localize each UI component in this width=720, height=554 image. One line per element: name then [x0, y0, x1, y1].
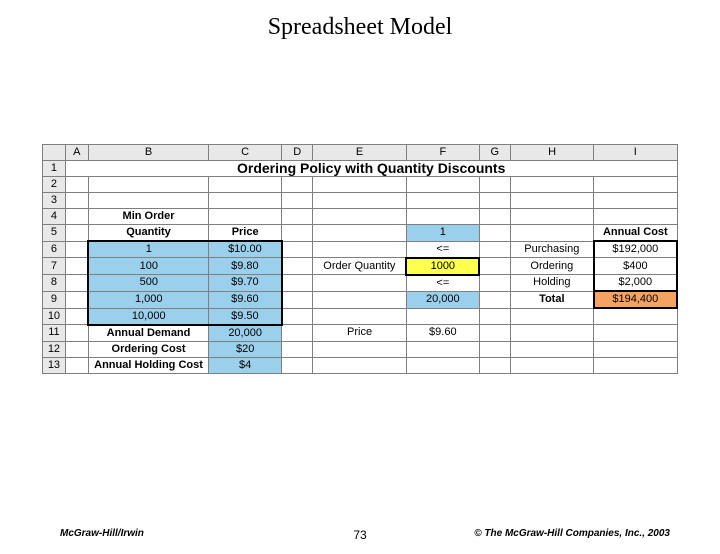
rowhdr-9: 9 — [43, 291, 66, 308]
rowhdr-10: 10 — [43, 308, 66, 325]
footer-copyright: © The McGraw-Hill Companies, Inc., 2003 — [474, 528, 670, 539]
row-9: 9 1,000 $9.60 20,000 Total $194,400 — [43, 291, 678, 308]
cell-B5: Quantity — [88, 225, 208, 242]
cell-I6: $192,000 — [594, 241, 677, 258]
col-I: I — [594, 145, 677, 161]
col-H: H — [510, 145, 593, 161]
row-6: 6 1 $10.00 <= Purchasing $192,000 — [43, 241, 678, 258]
cell-H9: Total — [510, 291, 593, 308]
rowhdr-7: 7 — [43, 258, 66, 275]
row-8: 8 500 $9.70 <= Holding $2,000 — [43, 275, 678, 292]
cell-C6: $10.00 — [209, 241, 282, 258]
col-header-row: A B C D E F G H I — [43, 145, 678, 161]
rowhdr-3: 3 — [43, 193, 66, 209]
cell-E11: Price — [313, 325, 407, 342]
cell-B4: Min Order — [88, 209, 208, 225]
row-3: 3 — [43, 193, 678, 209]
cell-C12: $20 — [209, 341, 282, 357]
rowhdr-2: 2 — [43, 177, 66, 193]
rowhdr-6: 6 — [43, 241, 66, 258]
row-7: 7 100 $9.80 Order Quantity 1000 Ordering… — [43, 258, 678, 275]
row-11: 11 Annual Demand 20,000 Price $9.60 — [43, 325, 678, 342]
col-A: A — [65, 145, 88, 161]
cell-B8: 500 — [88, 275, 208, 292]
cell-B12: Ordering Cost — [88, 341, 208, 357]
rowhdr-1: 1 — [43, 161, 66, 177]
rowhdr-12: 12 — [43, 341, 66, 357]
rowhdr-5: 5 — [43, 225, 66, 242]
cell-B7: 100 — [88, 258, 208, 275]
col-F: F — [406, 145, 479, 161]
rowhdr-11: 11 — [43, 325, 66, 342]
cell-F8: <= — [406, 275, 479, 292]
row-1: 1 Ordering Policy with Quantity Discount… — [43, 161, 678, 177]
rowhdr-8: 8 — [43, 275, 66, 292]
cell-F9: 20,000 — [406, 291, 479, 308]
cell-F6: <= — [406, 241, 479, 258]
cell-B10: 10,000 — [88, 308, 208, 325]
row-4: 4 Min Order — [43, 209, 678, 225]
cell-F11: $9.60 — [406, 325, 479, 342]
cell-C11: 20,000 — [209, 325, 282, 342]
cell-C9: $9.60 — [209, 291, 282, 308]
corner-cell — [43, 145, 66, 161]
cell-E7: Order Quantity — [313, 258, 407, 275]
col-B: B — [88, 145, 208, 161]
row-2: 2 — [43, 177, 678, 193]
cell-H8: Holding — [510, 275, 593, 292]
cell-B11: Annual Demand — [88, 325, 208, 342]
cell-C8: $9.70 — [209, 275, 282, 292]
cell-H7: Ordering — [510, 258, 593, 275]
cell-F5: 1 — [406, 225, 479, 242]
col-G: G — [479, 145, 510, 161]
rowhdr-13: 13 — [43, 357, 66, 373]
sheet-title: Ordering Policy with Quantity Discounts — [65, 161, 677, 177]
cell-I5: Annual Cost — [594, 225, 677, 242]
cell-B6: 1 — [88, 241, 208, 258]
cell-F7: 1000 — [406, 258, 479, 275]
cell-I7: $400 — [594, 258, 677, 275]
cell-H6: Purchasing — [510, 241, 593, 258]
spreadsheet: A B C D E F G H I 1 Ordering Policy with… — [42, 144, 678, 374]
cell-B9: 1,000 — [88, 291, 208, 308]
cell-B13: Annual Holding Cost — [88, 357, 208, 373]
cell-C13: $4 — [209, 357, 282, 373]
col-C: C — [209, 145, 282, 161]
row-12: 12 Ordering Cost $20 — [43, 341, 678, 357]
row-13: 13 Annual Holding Cost $4 — [43, 357, 678, 373]
col-D: D — [282, 145, 313, 161]
cell-C7: $9.80 — [209, 258, 282, 275]
cell-I8: $2,000 — [594, 275, 677, 292]
row-5: 5 Quantity Price 1 Annual Cost — [43, 225, 678, 242]
cell-C5: Price — [209, 225, 282, 242]
sheet-table: A B C D E F G H I 1 Ordering Policy with… — [42, 144, 678, 374]
col-E: E — [313, 145, 407, 161]
rowhdr-4: 4 — [43, 209, 66, 225]
row-10: 10 10,000 $9.50 — [43, 308, 678, 325]
cell-C10: $9.50 — [209, 308, 282, 325]
cell-I9: $194,400 — [594, 291, 677, 308]
slide-title: Spreadsheet Model — [0, 14, 720, 41]
